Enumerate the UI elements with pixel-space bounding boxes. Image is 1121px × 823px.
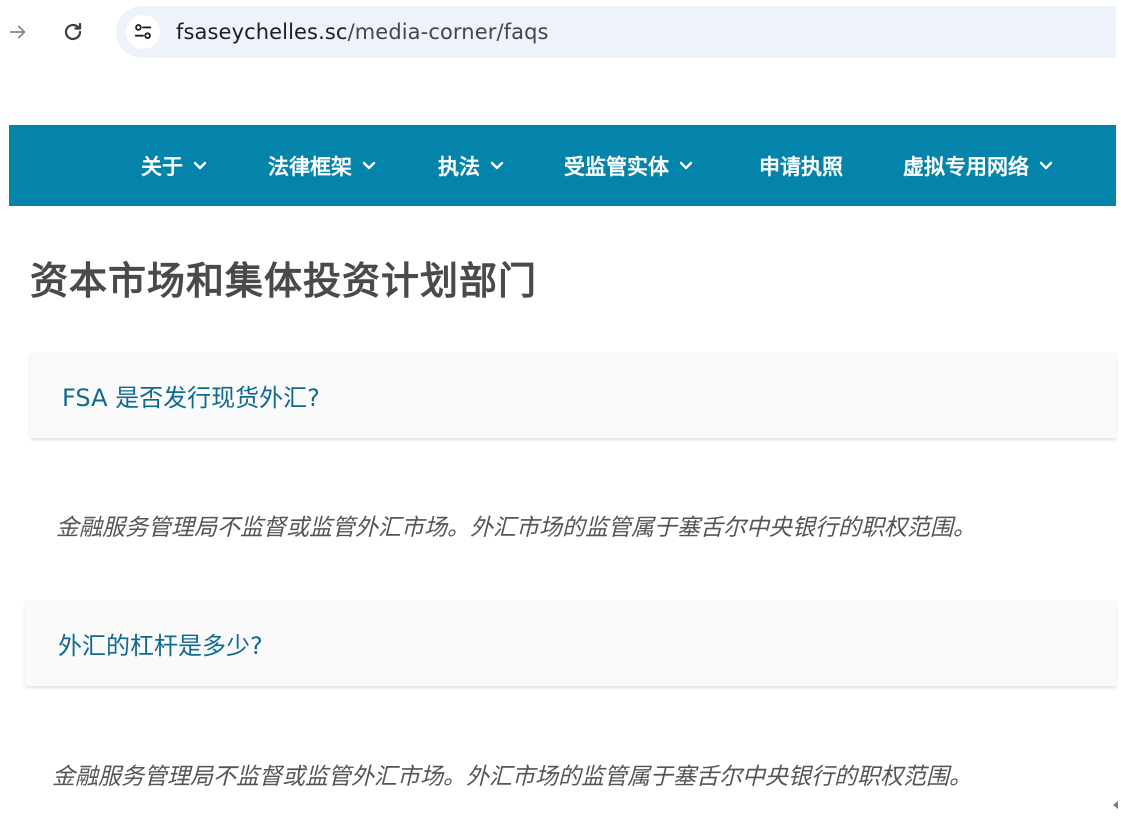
browser-toolbar: fsaseychelles.sc/media-corner/faqs bbox=[0, 0, 1121, 64]
url-text[interactable]: fsaseychelles.sc/media-corner/faqs bbox=[176, 20, 549, 44]
nav-item-about[interactable]: 关于 bbox=[141, 125, 207, 206]
nav-item-vpn[interactable]: 虚拟专用网络 bbox=[903, 125, 1053, 206]
reload-button[interactable] bbox=[55, 14, 91, 50]
faq-question-text: FSA 是否发行现货外汇? bbox=[62, 383, 320, 412]
nav-item-label: 申请执照 bbox=[759, 154, 843, 179]
tune-icon bbox=[134, 24, 152, 39]
faq-answer-text: 金融服务管理局不监督或监管外汇市场。外汇市场的监管属于塞舌尔中央银行的职权范围。 bbox=[56, 515, 976, 541]
nav-item-apply-license[interactable]: 申请执照 bbox=[759, 125, 843, 206]
chevron-down-icon bbox=[193, 161, 207, 171]
url-path: /media-corner/faqs bbox=[347, 20, 549, 44]
chevron-down-icon bbox=[679, 161, 693, 171]
page-title: 资本市场和集体投资计划部门 bbox=[30, 259, 538, 303]
chevron-down-icon bbox=[362, 161, 376, 171]
address-bar[interactable]: fsaseychelles.sc/media-corner/faqs bbox=[116, 6, 1116, 58]
faq-answer-text: 金融服务管理局不监督或监管外汇市场。外汇市场的监管属于塞舌尔中央银行的职权范围。 bbox=[52, 764, 972, 790]
nav-item-enforcement[interactable]: 执法 bbox=[438, 125, 504, 206]
faq-question-toggle[interactable]: 外汇的杠杆是多少? bbox=[25, 600, 1116, 686]
scroll-left-arrow-icon[interactable] bbox=[1113, 801, 1119, 809]
nav-item-label: 受监管实体 bbox=[564, 154, 669, 179]
site-info-button[interactable] bbox=[126, 15, 160, 49]
nav-item-regulated-entities[interactable]: 受监管实体 bbox=[564, 125, 693, 206]
reload-icon bbox=[64, 22, 82, 41]
nav-item-label: 法律框架 bbox=[268, 154, 352, 179]
chevron-down-icon bbox=[490, 161, 504, 171]
faq-question-toggle[interactable]: FSA 是否发行现货外汇? bbox=[30, 352, 1116, 438]
arrow-right-icon bbox=[9, 25, 26, 39]
url-host: fsaseychelles.sc bbox=[176, 20, 348, 44]
chevron-down-icon bbox=[1039, 161, 1053, 171]
main-navigation: 关于 法律框架 执法 受监管实体 申请执照 虚拟专用网络 bbox=[9, 125, 1116, 206]
faq-question-text: 外汇的杠杆是多少? bbox=[58, 631, 263, 660]
nav-item-label: 执法 bbox=[438, 154, 480, 179]
nav-item-label: 关于 bbox=[141, 154, 183, 179]
forward-button[interactable] bbox=[0, 14, 36, 50]
nav-item-label: 虚拟专用网络 bbox=[903, 154, 1029, 179]
nav-item-legal-framework[interactable]: 法律框架 bbox=[268, 125, 376, 206]
